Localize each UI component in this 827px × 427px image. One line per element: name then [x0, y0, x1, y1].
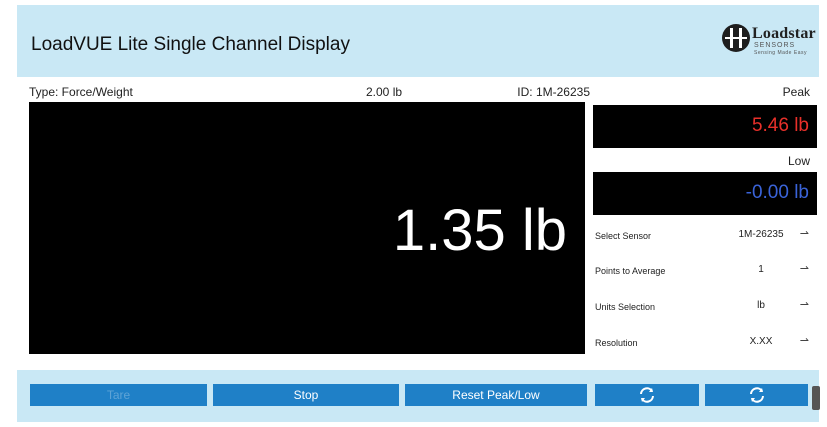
- resolution-value: X.XX: [749, 336, 773, 347]
- main-display: 1.35 lb: [29, 102, 585, 354]
- resolution-label: Resolution: [595, 338, 638, 348]
- reset-peak-low-button[interactable]: Reset Peak/Low: [405, 384, 587, 406]
- sensor-id: ID: 1M-26235: [517, 85, 590, 99]
- peak-value: 5.46 lb: [751, 115, 809, 136]
- tare-button[interactable]: Tare: [30, 384, 207, 406]
- refresh-icon: [640, 387, 654, 403]
- refresh-button-left[interactable]: [595, 384, 699, 406]
- select-sensor-value: 1M-26235: [738, 229, 784, 240]
- peak-display: 5.46 lb: [593, 105, 817, 148]
- units-selection-value: lb: [757, 300, 765, 311]
- low-value: -0.00 lb: [745, 182, 809, 203]
- app-title: LoadVUE Lite Single Channel Display: [31, 34, 350, 55]
- stop-button[interactable]: Stop: [213, 384, 399, 406]
- select-sensor-label: Select Sensor: [595, 231, 652, 241]
- logo-name: Loadstar: [752, 25, 816, 42]
- refresh-button-right[interactable]: [705, 384, 808, 406]
- points-average-dropdown[interactable]: 1 ⇀: [731, 260, 811, 280]
- peak-label: Peak: [782, 85, 810, 99]
- logo-tagline: Sensing Made Easy: [754, 50, 807, 56]
- low-display: -0.00 lb: [593, 172, 817, 215]
- dropdown-arrow-icon: ⇀: [799, 228, 809, 240]
- low-label: Low: [787, 154, 810, 168]
- dropdown-arrow-icon: ⇀: [799, 263, 809, 275]
- points-average-value: 1: [758, 264, 764, 275]
- info-bar: Type: Force/Weight 2.00 lb ID: 1M-26235: [29, 85, 590, 102]
- app-window: LoadVUE Lite Single Channel Display Load…: [17, 5, 819, 422]
- refresh-icon: [749, 387, 764, 403]
- dropdown-arrow-icon: ⇀: [799, 299, 809, 311]
- resolution-dropdown[interactable]: X.XX ⇀: [731, 332, 811, 352]
- units-selection-dropdown[interactable]: lb ⇀: [731, 296, 811, 316]
- dropdown-arrow-icon: ⇀: [799, 335, 809, 347]
- logo-mark-icon: [722, 24, 750, 52]
- units-selection-label: Units Selection: [595, 302, 656, 312]
- main-reading: 1.35 lb: [392, 198, 567, 263]
- select-sensor-dropdown[interactable]: 1M-26235 ⇀: [731, 225, 811, 245]
- loadstar-logo: Loadstar SENSORS Sensing Made Easy: [721, 23, 816, 59]
- sensor-type: Type: Force/Weight: [29, 85, 133, 99]
- scroll-handle[interactable]: [812, 386, 820, 410]
- header-bar: LoadVUE Lite Single Channel Display Load…: [17, 5, 819, 77]
- sensor-capacity: 2.00 lb: [366, 85, 403, 99]
- logo-sub: SENSORS: [754, 42, 796, 49]
- points-average-label: Points to Average: [595, 266, 666, 276]
